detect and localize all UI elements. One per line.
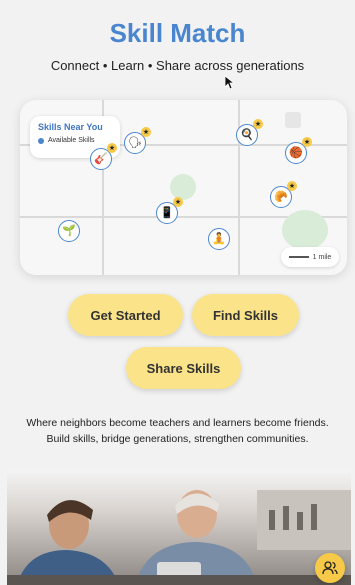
phone-icon: 📱 — [160, 206, 174, 219]
hero-photo — [7, 470, 351, 585]
skills-map[interactable]: Skills Near You Available Skills 🎸 ★ 🗣 ★… — [20, 100, 347, 275]
pin-cooking[interactable]: 🍳 ★ — [236, 119, 263, 146]
pin-speaking[interactable]: 🗣 ★ — [124, 127, 151, 154]
pin-basketball[interactable]: 🏀 ★ — [285, 137, 312, 164]
find-skills-button[interactable]: Find Skills — [192, 294, 299, 336]
star-icon: ★ — [287, 181, 297, 191]
users-icon — [322, 561, 338, 575]
scale-bar — [288, 256, 309, 258]
pin-gardening[interactable]: 🌱 — [58, 220, 80, 242]
pin-phone[interactable]: 📱 ★ — [156, 197, 183, 224]
share-skills-button[interactable]: Share Skills — [126, 347, 241, 389]
star-icon: ★ — [302, 137, 312, 147]
baking-icon: 🥐 — [274, 190, 288, 203]
star-icon: ★ — [107, 143, 117, 153]
star-icon: ★ — [253, 119, 263, 129]
basketball-icon: 🏀 — [289, 146, 303, 159]
available-dot-icon — [38, 137, 44, 144]
tagline: Connect • Learn • Share across generatio… — [50, 58, 305, 73]
app-title: Skill Match — [109, 18, 246, 48]
map-park — [170, 174, 196, 200]
legend-item: Available Skills — [48, 137, 95, 144]
guitar-icon: 🎸 — [94, 152, 108, 165]
legend-title: Skills Near You — [38, 122, 103, 132]
map-scale: 1 mile — [281, 247, 339, 267]
pin-yoga[interactable]: 🧘 — [208, 228, 230, 250]
get-started-button[interactable]: Get Started — [68, 294, 183, 336]
description-line-1: Where neighbors become teachers and lear… — [26, 417, 329, 429]
pin-guitar[interactable]: 🎸 ★ — [90, 143, 117, 170]
cooking-icon: 🍳 — [240, 128, 254, 141]
plant-icon: 🌱 — [62, 224, 76, 237]
star-icon: ★ — [141, 127, 151, 137]
mouse-cursor-icon — [225, 76, 234, 89]
map-block — [285, 112, 301, 128]
map-park — [282, 210, 328, 250]
description-line-2: Build skills, bridge generations, streng… — [46, 433, 309, 445]
meditation-icon: 🧘 — [212, 232, 226, 245]
speaking-icon: 🗣 — [128, 136, 142, 149]
star-icon: ★ — [173, 197, 183, 207]
pin-baking[interactable]: 🥐 ★ — [270, 181, 297, 208]
scale-label: 1 mile — [312, 253, 332, 261]
description: Where neighbors become teachers and lear… — [0, 415, 355, 447]
community-button[interactable] — [315, 553, 345, 583]
